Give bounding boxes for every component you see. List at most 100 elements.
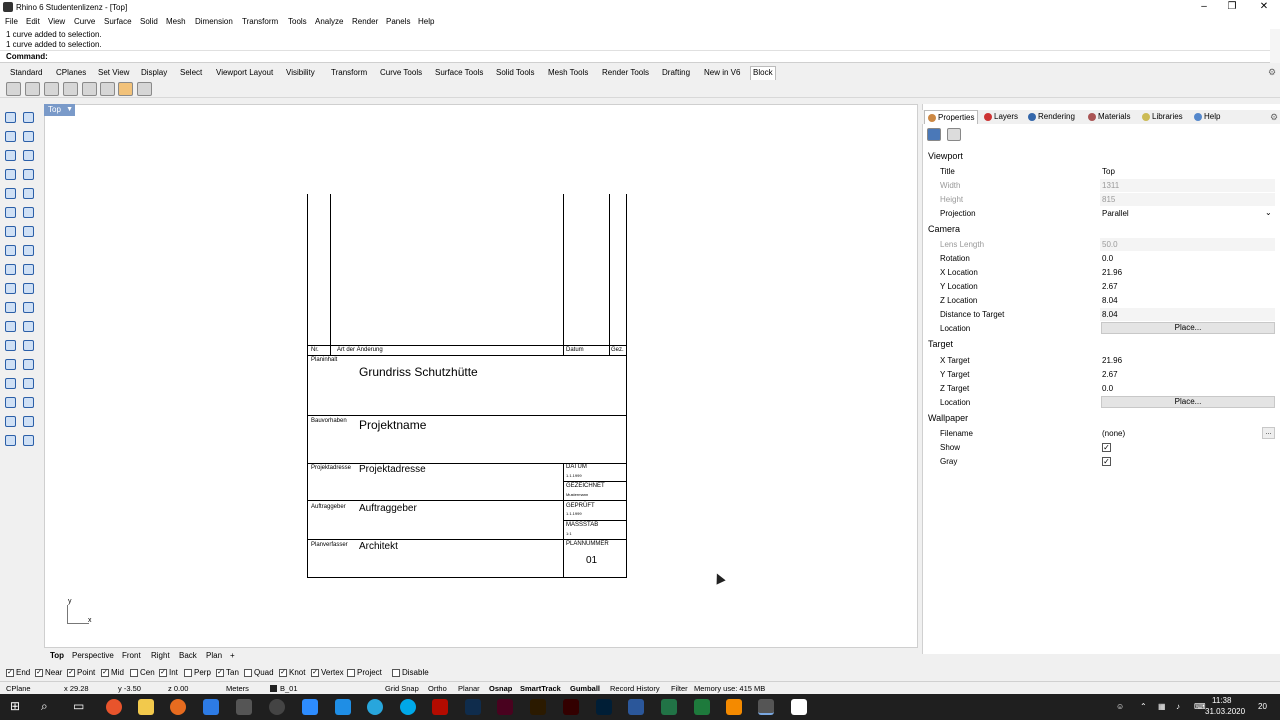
grid-snap-toggle[interactable]: Grid Snap (385, 684, 419, 693)
layer-icon[interactable] (3, 357, 18, 372)
lightroom-icon[interactable] (596, 699, 612, 715)
block-explode-icon[interactable] (82, 82, 97, 96)
illustrator-icon[interactable] (563, 699, 579, 715)
viewport-top[interactable] (44, 104, 918, 648)
notifications-badge[interactable]: 20 (1258, 702, 1267, 711)
vp-tab-plan[interactable]: Plan (206, 651, 222, 660)
light-icon[interactable] (21, 433, 36, 448)
prop-y-location[interactable]: Y Location 2.67 (940, 280, 1275, 293)
bridge-icon[interactable] (530, 699, 546, 715)
prop-projection[interactable]: Projection Parallel ⌄ (940, 207, 1275, 220)
gumball-toggle[interactable]: Gumball (570, 684, 600, 693)
clock-date[interactable]: 31.03.2020 (1205, 707, 1245, 716)
viewport-title[interactable]: Top ▼ (44, 104, 75, 116)
tab-visibility[interactable]: Visibility (284, 68, 317, 77)
units[interactable]: Meters (226, 684, 249, 693)
osnap-point[interactable]: ✓ Point (67, 668, 95, 677)
tab-solid-tools[interactable]: Solid Tools (494, 68, 537, 77)
osnap-disable[interactable]: Disable (392, 668, 429, 677)
extend-icon[interactable] (21, 319, 36, 334)
word-icon[interactable] (628, 699, 644, 715)
menu-solid[interactable]: Solid (140, 17, 158, 26)
tab-materials[interactable]: Materials (1088, 112, 1130, 121)
tab-help[interactable]: Help (1194, 112, 1220, 121)
checkbox[interactable] (130, 668, 138, 677)
menu-transform[interactable]: Transform (242, 17, 278, 26)
tab-viewport-layout[interactable]: Viewport Layout (214, 68, 275, 77)
checkbox[interactable]: ✓ (35, 668, 43, 677)
checkbox[interactable]: ✓ (6, 668, 14, 677)
prop-z-location[interactable]: Z Location 8.04 (940, 294, 1275, 307)
app-icon[interactable] (335, 699, 351, 715)
firefox-icon[interactable] (170, 699, 186, 715)
place-camera-button[interactable]: Place... (1101, 322, 1275, 334)
vectorworks-icon[interactable] (269, 699, 285, 715)
tab-rendering[interactable]: Rendering (1028, 112, 1075, 121)
command-input[interactable] (0, 50, 1270, 62)
tab-render-tools[interactable]: Render Tools (600, 68, 651, 77)
osnap-mid[interactable]: ✓ Mid (101, 668, 124, 677)
block-settings-icon[interactable] (137, 82, 152, 96)
prop-distance-to-target[interactable]: Distance to Target 8.04 (940, 308, 1275, 321)
keyboard-icon[interactable]: ⌨ (1194, 702, 1206, 711)
people-icon[interactable]: ☺ (1116, 702, 1124, 711)
prop-z-target[interactable]: Z Target 0.0 (940, 382, 1275, 395)
smarttrack-toggle[interactable]: SmartTrack (520, 684, 561, 693)
browse-button[interactable]: ... (1262, 427, 1275, 439)
chevron-down-icon[interactable]: ⌄ (1265, 208, 1272, 217)
menu-file[interactable]: File (5, 17, 18, 26)
checkbox[interactable]: ✓ (101, 668, 109, 677)
zoom-icon[interactable] (302, 699, 318, 715)
array-icon[interactable] (21, 281, 36, 296)
block-edit-icon[interactable] (63, 82, 78, 96)
tab-mesh-tools[interactable]: Mesh Tools (546, 68, 590, 77)
menu-panels[interactable]: Panels (386, 17, 410, 26)
tab-set-view[interactable]: Set View (96, 68, 131, 77)
osnap-quad[interactable]: Quad (244, 668, 274, 677)
block-replace-icon[interactable] (100, 82, 115, 96)
task-view-icon[interactable]: ▭ (73, 699, 84, 713)
volume-icon[interactable]: ♪ (1176, 702, 1180, 711)
place-target-button[interactable]: Place... (1101, 396, 1275, 408)
telegram-icon[interactable] (367, 699, 383, 715)
check-objects-icon[interactable] (21, 414, 36, 429)
boolean-icon[interactable] (3, 300, 18, 315)
trim-icon[interactable] (3, 319, 18, 334)
gray-checkbox[interactable]: ✓ (1102, 457, 1111, 466)
osnap-knot[interactable]: ✓ Knot (279, 668, 305, 677)
osnap-perp[interactable]: Perp (184, 668, 211, 677)
vp-tab-perspective[interactable]: Perspective (72, 651, 114, 660)
tab-properties[interactable]: Properties (924, 110, 979, 124)
checkbox[interactable]: ✓ (159, 668, 167, 677)
osnap-int[interactable]: ✓ Int (159, 668, 178, 677)
prop-y-target[interactable]: Y Target 2.67 (940, 368, 1275, 381)
curve-cv-icon[interactable] (21, 129, 36, 144)
tab-transform[interactable]: Transform (329, 68, 369, 77)
group-icon[interactable] (21, 357, 36, 372)
polygon-icon[interactable] (3, 167, 18, 182)
arc-icon[interactable] (3, 186, 18, 201)
block-attribute-icon[interactable] (118, 82, 133, 96)
sphere-icon[interactable] (21, 224, 36, 239)
tab-cplanes[interactable]: CPlanes (54, 68, 88, 77)
filter-toggle[interactable]: Filter (671, 684, 688, 693)
hatch-icon[interactable] (21, 338, 36, 353)
menu-mesh[interactable]: Mesh (166, 17, 186, 26)
vlc-icon[interactable] (726, 699, 742, 715)
prop-rotation[interactable]: Rotation 0.0 (940, 252, 1275, 265)
osnap-toggle[interactable]: Osnap (489, 684, 512, 693)
checkbox[interactable]: ✓ (311, 668, 319, 677)
menu-dimension[interactable]: Dimension (195, 17, 233, 26)
rectangle-icon[interactable] (21, 167, 36, 182)
osnap-project[interactable]: Project (347, 668, 382, 677)
gumball-icon[interactable] (21, 376, 36, 391)
ortho-toggle[interactable]: Ortho (428, 684, 447, 693)
snap-icon[interactable] (21, 395, 36, 410)
prop-gray[interactable]: Gray ✓ (940, 455, 1275, 468)
transform-icon[interactable] (3, 281, 18, 296)
loft-icon[interactable] (21, 205, 36, 220)
block-insert-icon[interactable] (25, 82, 40, 96)
checkbox[interactable]: ✓ (67, 668, 75, 677)
indesign-icon[interactable] (497, 699, 513, 715)
checkbox[interactable]: ✓ (216, 668, 224, 677)
